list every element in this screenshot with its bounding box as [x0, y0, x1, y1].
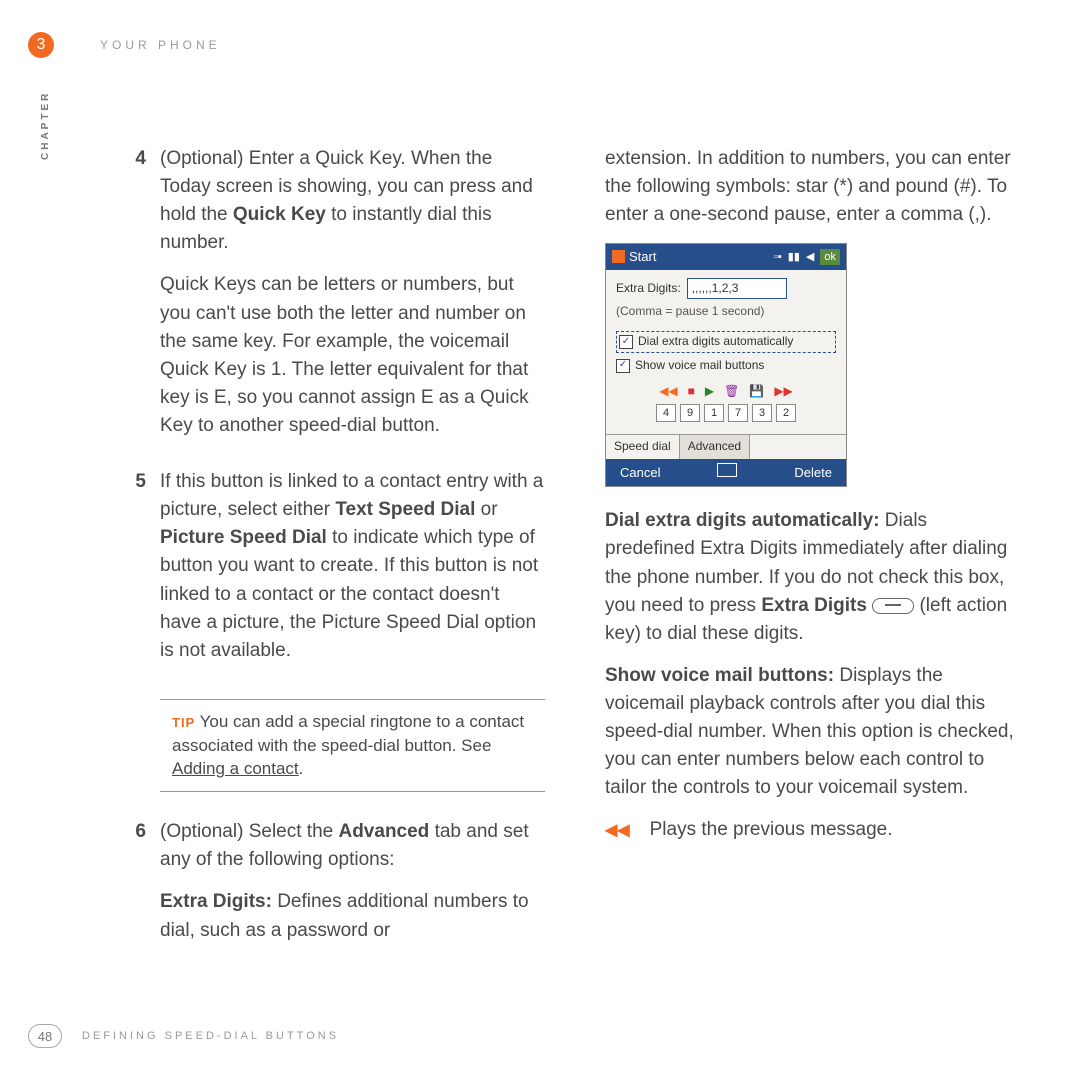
step-4-text-b: Quick Keys can be letters or numbers, bu…	[160, 271, 545, 440]
screenshot-tabs: Speed dial Advanced	[606, 434, 846, 459]
vm-num-cell[interactable]: 4	[656, 404, 676, 422]
checkbox-icon: ✓	[619, 335, 633, 349]
speaker-icon: ◀	[806, 249, 814, 265]
softkey-delete[interactable]: Delete	[794, 463, 832, 482]
dial-extra-bold: Dial extra digits automatically:	[605, 510, 880, 531]
page-footer: 48 DEFINING SPEED-DIAL BUTTONS	[28, 1024, 339, 1048]
show-voicemail-checkbox[interactable]: ✓ Show voice mail buttons	[616, 357, 836, 375]
prev-message-text: Plays the previous message.	[650, 816, 893, 844]
step-5-or: or	[475, 499, 497, 520]
extra-digits-field-label: Extra Digits:	[616, 280, 681, 298]
prev-message-row: ◀◀ Plays the previous message.	[605, 816, 1020, 844]
step-5-text: If this button is linked to a contact en…	[160, 468, 545, 665]
signal-icon: ▫▪	[774, 249, 782, 265]
show-vm-bold: Show voice mail buttons:	[605, 665, 834, 686]
ok-button[interactable]: ok	[820, 249, 840, 265]
tab-advanced[interactable]: Advanced	[680, 435, 750, 459]
rewind-icon: ◀◀	[605, 819, 630, 843]
vm-num-cell[interactable]: 2	[776, 404, 796, 422]
vm-num-cell[interactable]: 9	[680, 404, 700, 422]
screenshot-title: Start	[629, 247, 656, 266]
play-icon[interactable]: ▶	[705, 383, 714, 401]
step-5-bold2: Picture Speed Dial	[160, 527, 327, 548]
chapter-title: YOUR PHONE	[100, 38, 221, 52]
extra-digits-bold: Extra Digits	[761, 595, 867, 616]
tip-callout: TIP You can add a special ringtone to a …	[160, 699, 545, 792]
tip-text-b: .	[299, 759, 304, 778]
step-4-number: 4	[130, 145, 146, 454]
dial-extra-auto-desc: Dial extra digits automatically: Dials p…	[605, 507, 1020, 648]
checkbox-icon: ✓	[616, 359, 630, 373]
sidebar-chapter-label: CHAPTER	[40, 91, 51, 160]
vm-num-cell[interactable]: 7	[728, 404, 748, 422]
extra-digits-input[interactable]: ,,,,,,1,2,3	[687, 278, 787, 300]
voicemail-number-row: 4 9 1 7 3 2	[616, 404, 836, 422]
step-5-bold1: Text Speed Dial	[335, 499, 475, 520]
vm-num-cell[interactable]: 1	[704, 404, 724, 422]
fastforward-icon[interactable]: ▶▶	[774, 383, 792, 401]
dial-extra-auto-checkbox[interactable]: ✓ Dial extra digits automatically	[616, 331, 836, 353]
footer-section-title: DEFINING SPEED-DIAL BUTTONS	[82, 1030, 339, 1042]
rewind-icon[interactable]: ◀◀	[659, 383, 677, 401]
extra-digits-label-bold: Extra Digits:	[160, 891, 272, 912]
step-4-quick-key-bold: Quick Key	[233, 204, 326, 225]
show-voicemail-label: Show voice mail buttons	[635, 357, 764, 375]
dial-extra-auto-label: Dial extra digits automatically	[638, 333, 793, 351]
tip-text-a: You can add a special ringtone to a cont…	[172, 712, 524, 755]
step-4-text-a: (Optional) Enter a Quick Key. When the T…	[160, 145, 545, 257]
keyboard-icon[interactable]	[717, 463, 737, 477]
step-6-part1: (Optional) Select the	[160, 821, 338, 842]
right-column: extension. In addition to numbers, you c…	[605, 145, 1020, 973]
delete-icon[interactable]: 🗑	[724, 383, 739, 401]
step-5-number: 5	[130, 468, 146, 679]
vm-num-cell[interactable]: 3	[752, 404, 772, 422]
softkey-cancel[interactable]: Cancel	[620, 463, 660, 482]
screenshot-softkey-bar: Cancel Delete	[606, 459, 846, 486]
show-voice-mail-desc: Show voice mail buttons: Displays the vo…	[605, 662, 1020, 803]
windows-flag-icon	[612, 250, 625, 263]
step-6-text-a: (Optional) Select the Advanced tab and s…	[160, 818, 545, 874]
left-column: 4 (Optional) Enter a Quick Key. When the…	[130, 145, 545, 973]
voicemail-controls-row: ◀◀ ■ ▶ 🗑 💾 ▶▶	[616, 383, 836, 401]
comma-pause-hint: (Comma = pause 1 second)	[616, 303, 836, 321]
device-screenshot: Start ▫▪ ▮▮ ◀ ok Extra Digits: ,,,,,,1,2…	[605, 243, 847, 487]
left-action-key-icon	[872, 598, 914, 614]
step-6-advanced-bold: Advanced	[338, 821, 429, 842]
right-continuation: extension. In addition to numbers, you c…	[605, 145, 1020, 229]
tip-label: TIP	[172, 715, 195, 730]
stop-icon[interactable]: ■	[688, 383, 695, 401]
tip-link-adding-contact[interactable]: Adding a contact	[172, 759, 299, 778]
antenna-icon: ▮▮	[788, 249, 800, 265]
chapter-number-badge: 3	[28, 32, 54, 58]
save-icon[interactable]: 💾	[749, 383, 764, 401]
step-6-extra-digits: Extra Digits: Defines additional numbers…	[160, 888, 545, 944]
page-number: 48	[28, 1024, 62, 1048]
tab-speed-dial[interactable]: Speed dial	[606, 435, 680, 459]
screenshot-titlebar: Start ▫▪ ▮▮ ◀ ok	[606, 244, 846, 269]
step-6-number: 6	[130, 818, 146, 958]
